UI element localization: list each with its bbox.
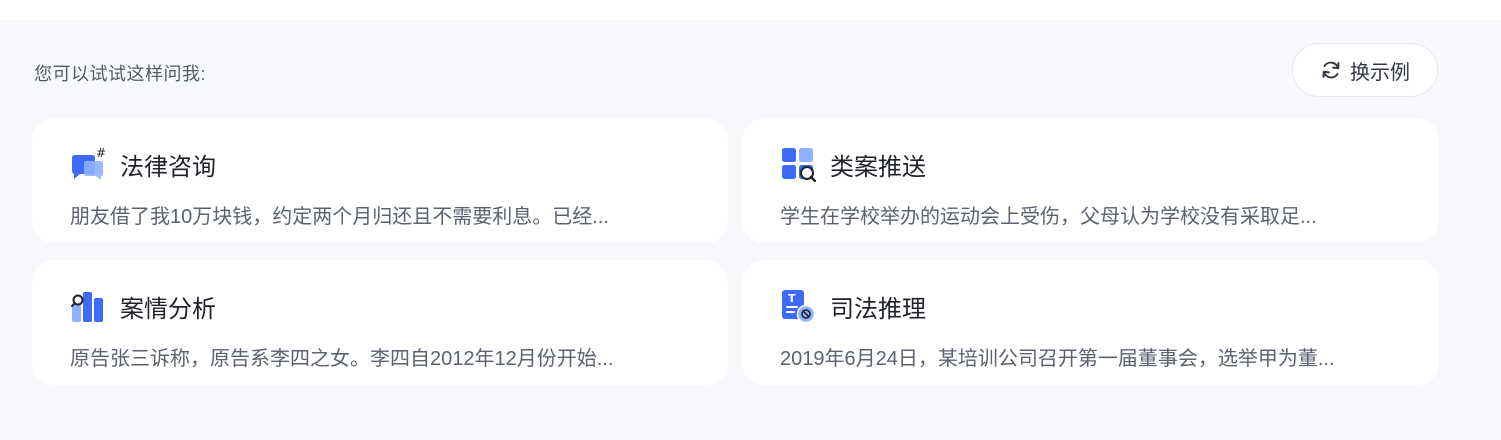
svg-text:#: #	[96, 146, 106, 160]
swap-examples-button[interactable]: 换示例	[1292, 43, 1438, 97]
chat-bubble-icon: #	[70, 146, 106, 182]
bar-chart-icon	[70, 288, 106, 324]
swap-examples-label: 换示例	[1350, 61, 1410, 84]
card-description: 朋友借了我10万块钱，约定两个月归还且不需要利息。已经...	[70, 206, 609, 228]
card-description: 2019年6月24日，某培训公司召开第一届董事会，选举甲为董...	[780, 348, 1335, 370]
card-description: 学生在学校举办的运动会上受伤，父母认为学校没有采取足...	[780, 206, 1317, 228]
grid-search-icon	[780, 146, 816, 182]
card-title: 司法推理	[830, 295, 926, 323]
card-title: 类案推送	[830, 153, 926, 181]
example-card-legal-consult[interactable]: # 法律咨询 朋友借了我10万块钱，约定两个月归还且不需要利息。已经...	[32, 118, 728, 243]
document-reasoning-icon: T	[780, 288, 816, 324]
card-description: 原告张三诉称，原告系李四之女。李四自2012年12月份开始...	[70, 348, 614, 370]
example-card-judicial-reasoning[interactable]: T 司法推理 2019年6月24日，某培训公司召开第一届董事会，选举甲为董...	[742, 260, 1439, 385]
card-title: 案情分析	[120, 295, 216, 323]
svg-text:T: T	[788, 292, 796, 305]
card-title: 法律咨询	[120, 153, 216, 181]
refresh-icon	[1320, 59, 1342, 81]
example-card-case-analysis[interactable]: 案情分析 原告张三诉称，原告系李四之女。李四自2012年12月份开始...	[32, 260, 728, 385]
example-card-similar-cases[interactable]: 类案推送 学生在学校举办的运动会上受伤，父母认为学校没有采取足...	[742, 118, 1439, 243]
prompt-title: 您可以试试这样问我:	[34, 64, 207, 84]
